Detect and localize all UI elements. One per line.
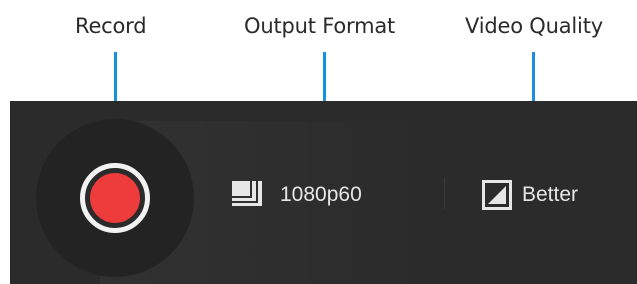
video-quality-value: Better bbox=[522, 183, 579, 206]
record-callout-label: Record bbox=[75, 14, 147, 38]
toolbar-divider bbox=[444, 177, 445, 209]
record-button[interactable] bbox=[80, 163, 150, 233]
record-icon bbox=[90, 173, 140, 223]
video-quality-callout-label: Video Quality bbox=[465, 14, 603, 38]
output-format-value: 1080p60 bbox=[280, 183, 362, 206]
capture-toolbar: 1080p60 Better bbox=[10, 101, 637, 284]
video-quality-selector[interactable]: Better bbox=[482, 177, 578, 213]
quality-contrast-icon bbox=[482, 180, 512, 210]
output-format-selector[interactable]: 1080p60 bbox=[232, 177, 362, 213]
stacked-frames-icon bbox=[232, 181, 268, 209]
recording-toolbar-diagram: Record Output Format Video Quality 1080p… bbox=[0, 0, 637, 284]
output-format-callout-label: Output Format bbox=[244, 14, 396, 38]
